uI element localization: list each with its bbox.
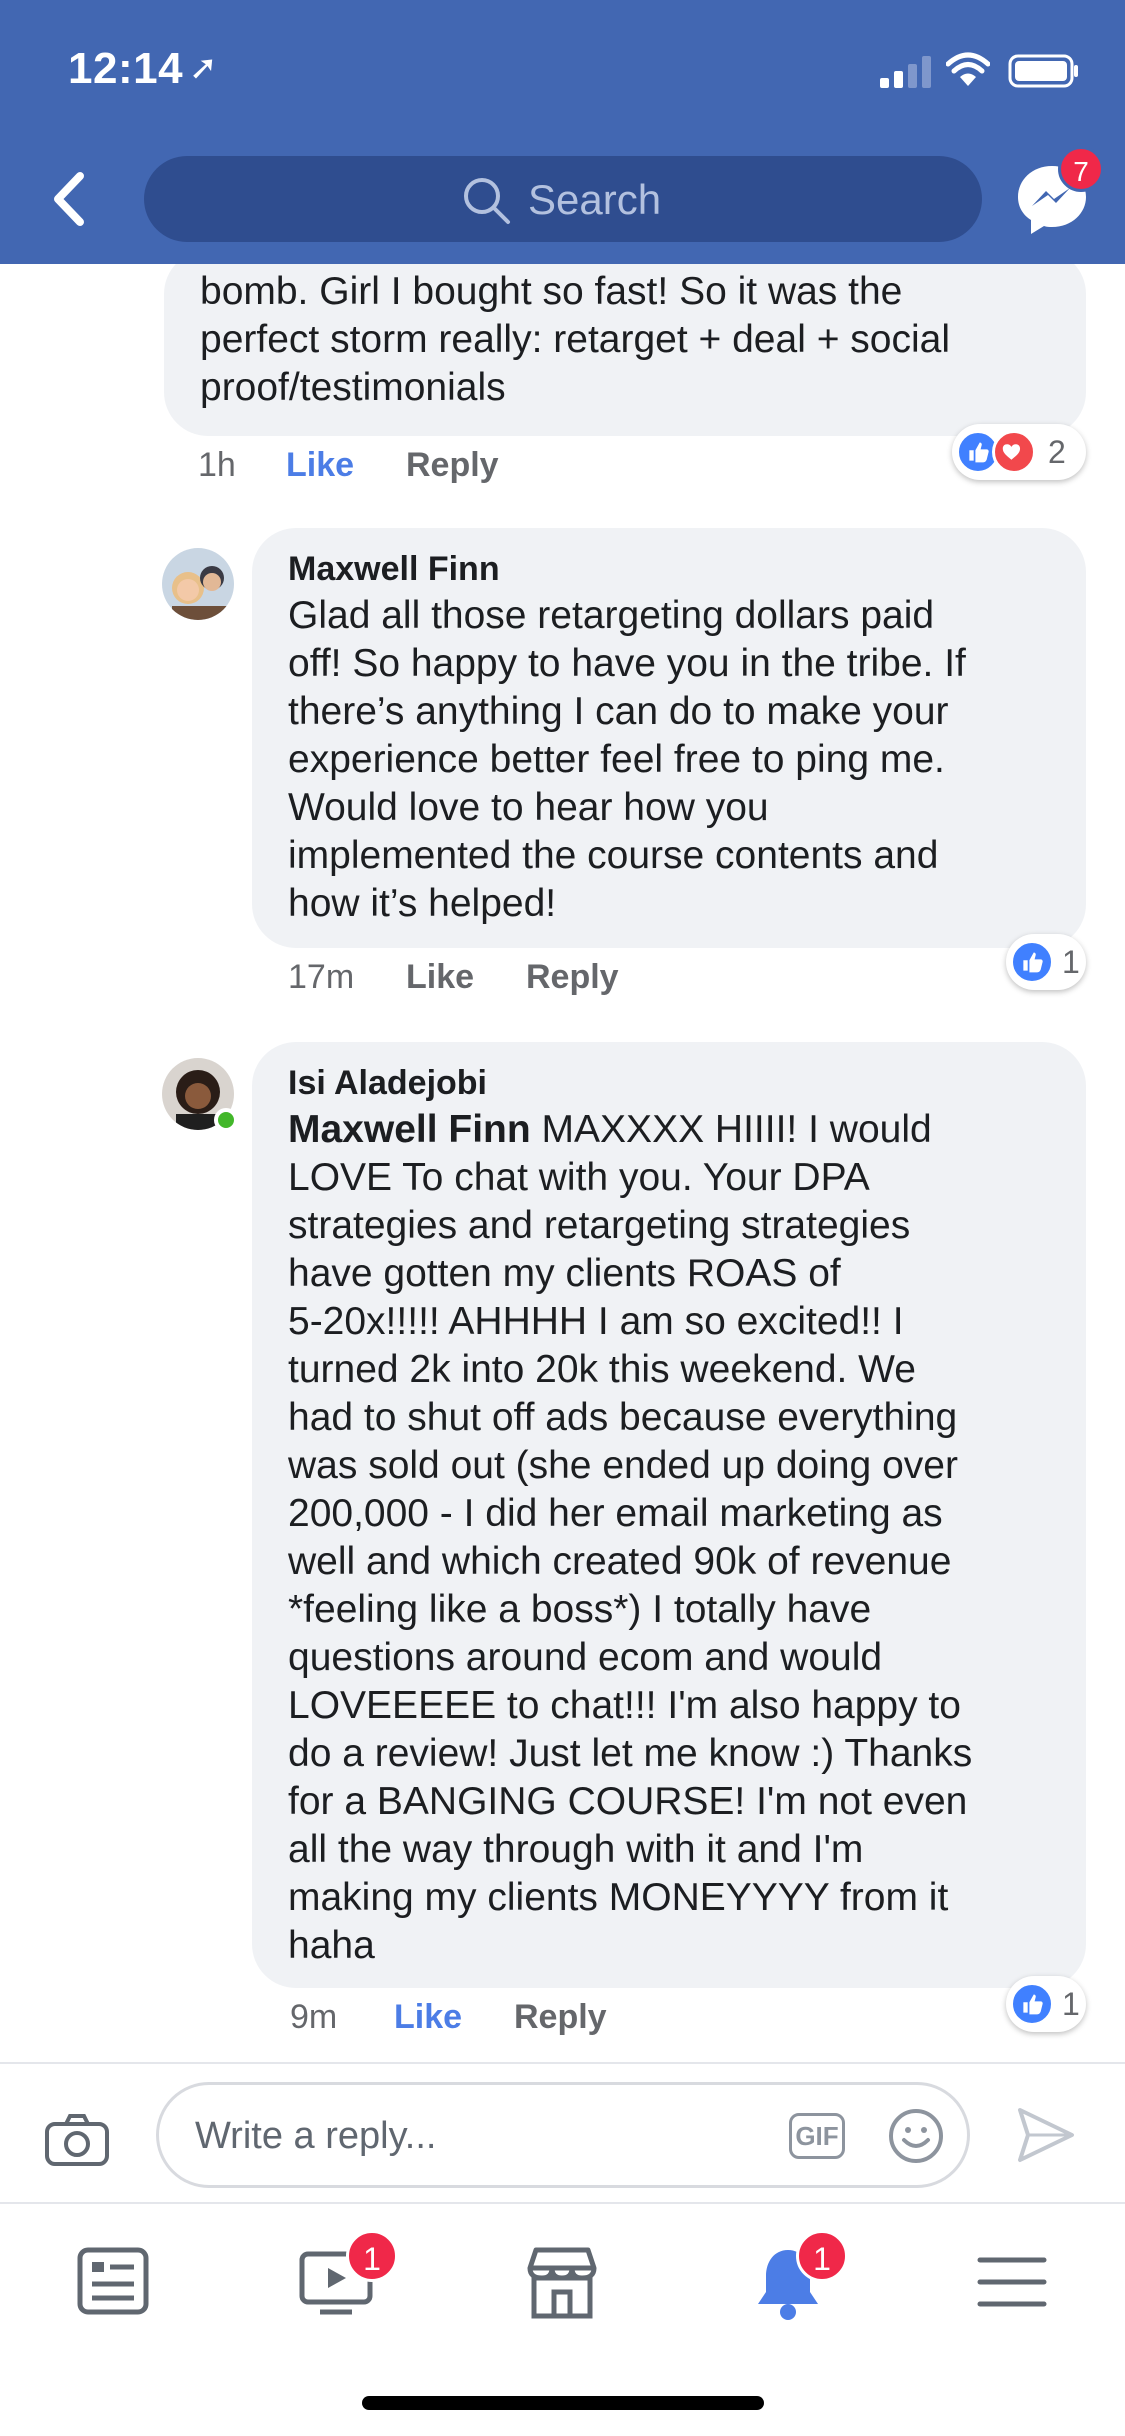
comment-time: 17m xyxy=(288,958,355,996)
emoji-icon[interactable] xyxy=(887,2107,945,2165)
camera-icon[interactable] xyxy=(44,2112,110,2168)
location-arrow-icon: ➚ xyxy=(189,49,219,87)
comment-bubble: Maxwell Finn Glad all those retargeting … xyxy=(252,528,1086,948)
comment-time: 9m xyxy=(290,1998,338,2036)
reply-bar: Write a reply... GIF xyxy=(0,2062,1125,2202)
like-reaction-icon xyxy=(1010,1982,1054,2026)
comment-thread-screen: bomb. Girl I bought so fast! So it was t… xyxy=(0,0,1125,2436)
reply-button[interactable]: Reply xyxy=(406,446,499,485)
top-bar: 12:14 ➚ Search 7 xyxy=(0,0,1125,264)
comment-first-line: Maxwell Finn MAXXXX HIIII! I would xyxy=(288,1106,1078,1154)
news-feed-icon[interactable] xyxy=(74,2242,154,2322)
watch-badge: 1 xyxy=(346,2230,398,2282)
comment-text-start: MAXXXX HIIII! I would xyxy=(530,1108,932,1151)
love-reaction-icon xyxy=(992,430,1036,474)
reaction-count: 1 xyxy=(1062,1986,1080,2022)
comment-bubble: Isi Aladejobi Maxwell Finn MAXXXX HIIII!… xyxy=(252,1042,1086,1988)
marketplace-icon[interactable] xyxy=(522,2242,602,2322)
comment-text: LOVE To chat with you. Your DPA strategi… xyxy=(288,1156,973,1967)
reaction-summary[interactable]: 2 xyxy=(952,424,1086,480)
status-time: 12:14 ➚ xyxy=(68,44,219,93)
like-button[interactable]: Like xyxy=(394,1998,462,2037)
search-placeholder: Search xyxy=(528,176,662,223)
mention-link[interactable]: Maxwell Finn xyxy=(288,1108,531,1151)
menu-icon[interactable] xyxy=(972,2242,1052,2322)
battery-icon xyxy=(1008,54,1078,88)
search-icon xyxy=(464,178,510,224)
reply-placeholder: Write a reply... xyxy=(195,2115,437,2157)
search-bar[interactable]: Search xyxy=(144,156,982,242)
reply-button[interactable]: Reply xyxy=(514,1998,607,2037)
cellular-signal-icon xyxy=(880,56,931,88)
gif-button[interactable]: GIF xyxy=(789,2113,845,2159)
reaction-summary[interactable]: 1 xyxy=(1006,1976,1086,2032)
comment-text: Glad all those retargeting dollars paid … xyxy=(288,594,966,925)
comment-text: bomb. Girl I bought so fast! So it was t… xyxy=(200,270,951,409)
notifications-badge: 1 xyxy=(796,2230,848,2282)
reply-button[interactable]: Reply xyxy=(526,958,619,997)
like-button[interactable]: Like xyxy=(406,958,474,997)
like-reaction-icon xyxy=(1010,940,1054,984)
messenger-badge: 7 xyxy=(1058,146,1104,192)
send-icon[interactable] xyxy=(1016,2106,1076,2164)
like-button[interactable]: Like xyxy=(286,446,354,485)
reaction-count: 2 xyxy=(1048,434,1066,470)
online-status-dot xyxy=(214,1108,238,1132)
comment-time: 1h xyxy=(198,446,236,484)
back-arrow-icon[interactable] xyxy=(44,164,94,234)
home-indicator[interactable] xyxy=(362,2396,764,2410)
reaction-count: 1 xyxy=(1062,944,1080,980)
commenter-name[interactable]: Maxwell Finn xyxy=(288,550,500,589)
comment-bubble: bomb. Girl I bought so fast! So it was t… xyxy=(164,250,1086,436)
reaction-summary[interactable]: 1 xyxy=(1006,934,1086,990)
reply-input[interactable]: Write a reply... GIF xyxy=(156,2082,970,2188)
wifi-icon xyxy=(946,52,990,86)
avatar[interactable] xyxy=(162,548,234,620)
commenter-name[interactable]: Isi Aladejobi xyxy=(288,1064,487,1103)
